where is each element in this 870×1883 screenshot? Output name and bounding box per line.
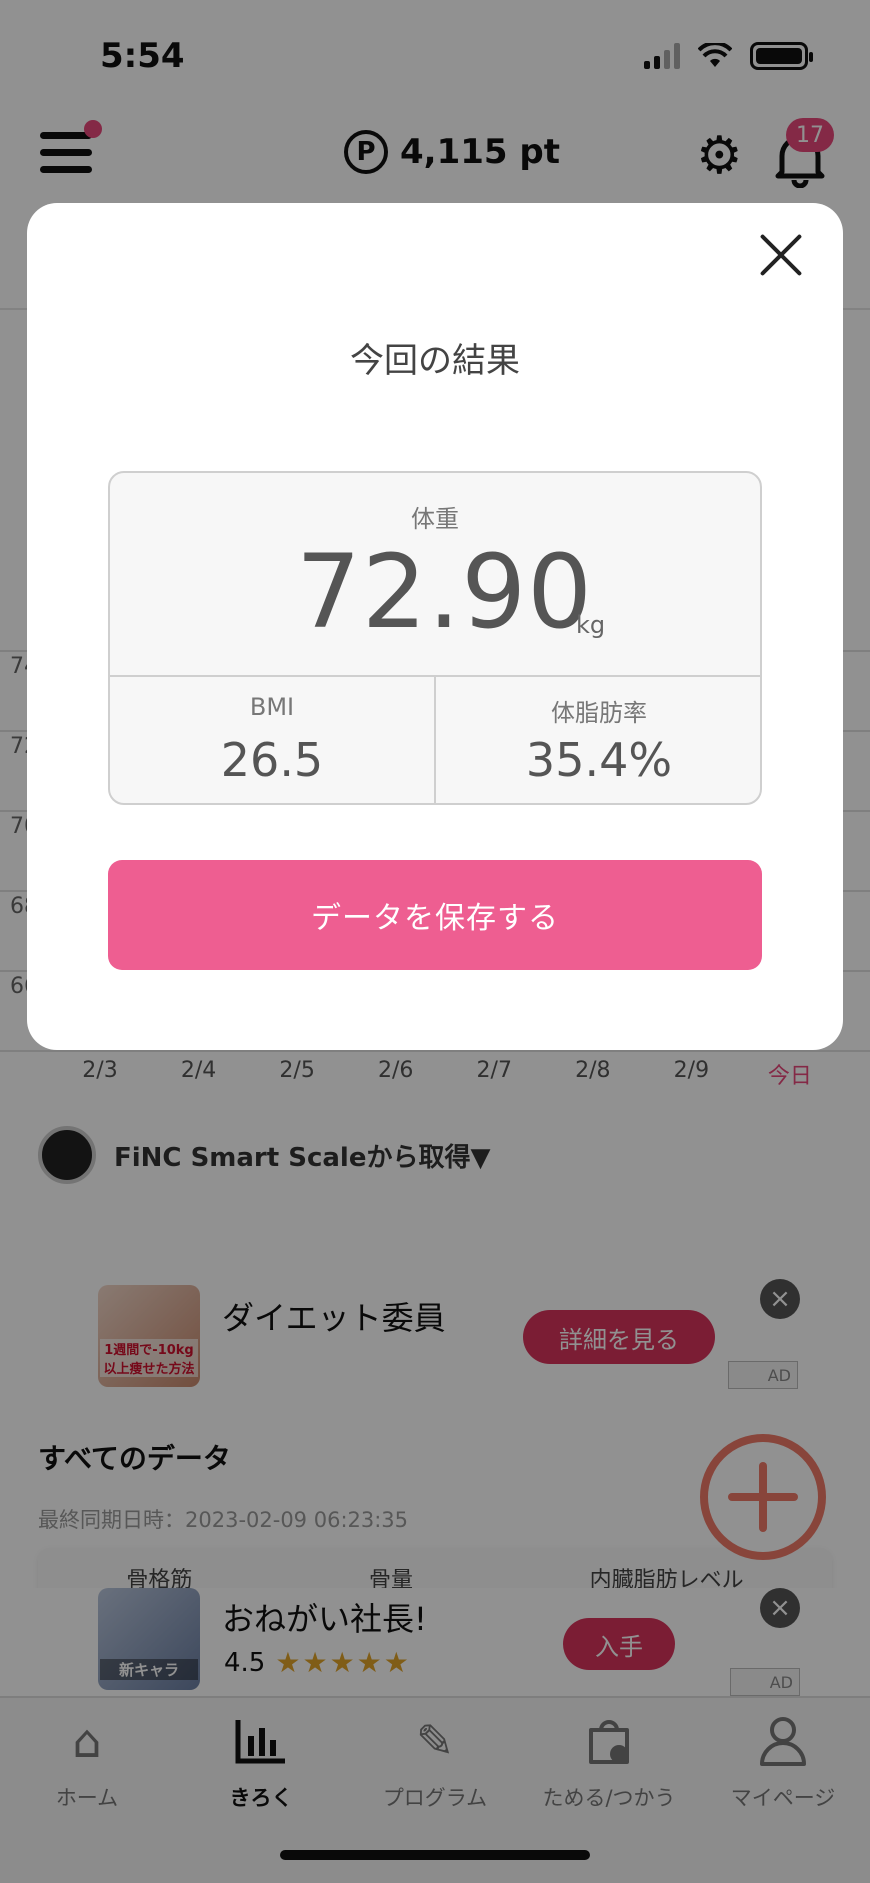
body-fat-section: 体脂肪率 35.4% (436, 677, 760, 803)
bmi-value: 26.5 (220, 733, 324, 787)
weight-section: 体重 72.90 kg (110, 473, 760, 677)
body-fat-label: 体脂肪率 (551, 699, 647, 727)
close-icon[interactable] (757, 231, 805, 279)
bmi-label: BMI (249, 693, 295, 721)
modal-title: 今回の結果 (350, 341, 520, 381)
result-summary: 体重 72.90 kg BMI 26.5 体脂肪率 35.4% (108, 471, 762, 805)
bmi-section: BMI 26.5 (110, 677, 436, 803)
body-fat-value: 35.4% (525, 733, 673, 787)
weight-label: 体重 (411, 505, 459, 533)
weight-value: 72.90 (296, 533, 594, 652)
weight-unit: kg (576, 611, 606, 639)
result-modal: 今回の結果 体重 72.90 kg BMI 26.5 体脂肪率 35.4% デー… (27, 203, 843, 1050)
save-data-button[interactable]: データを保存する (108, 860, 762, 970)
